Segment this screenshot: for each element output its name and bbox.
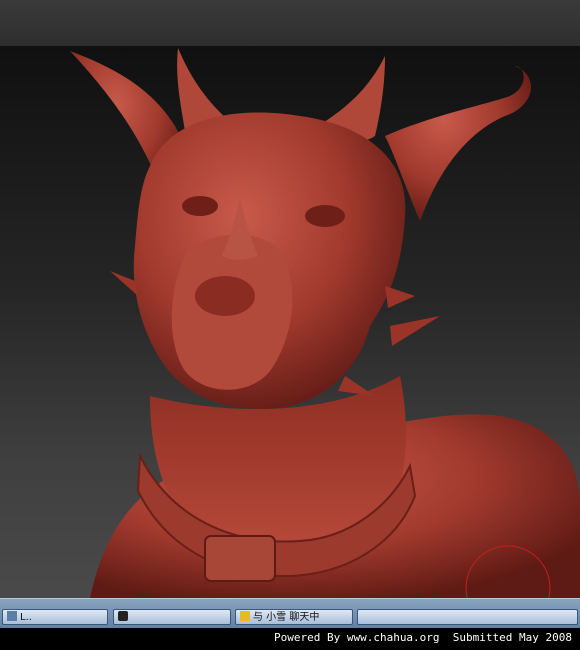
taskbar-item[interactable]: L.. xyxy=(2,609,108,625)
sculpt-viewport[interactable] xyxy=(0,46,580,598)
spike-right-1 xyxy=(390,316,440,346)
top-bar xyxy=(0,0,580,46)
spike-right-2 xyxy=(338,376,375,396)
right-ear xyxy=(385,66,532,221)
left-eye xyxy=(182,196,218,216)
dog-sculpture-render xyxy=(70,48,580,598)
taskbar: L.. 与 小雪 聊天中 xyxy=(0,598,580,629)
taskbar-item[interactable]: 与 小雪 聊天中 xyxy=(235,609,353,625)
taskbar-item[interactable] xyxy=(357,609,578,625)
spike-right-3 xyxy=(385,286,415,308)
spike-left xyxy=(110,271,138,296)
window-icon xyxy=(7,611,17,621)
credit-text: Powered By www.chahua.org Submitted May … xyxy=(273,631,572,644)
right-eye xyxy=(305,205,345,227)
collar-buckle xyxy=(204,535,276,582)
app-icon xyxy=(118,611,128,621)
taskbar-item[interactable] xyxy=(113,609,231,625)
footer: Powered By www.chahua.org Submitted May … xyxy=(0,628,580,650)
chat-icon xyxy=(240,611,250,621)
nose xyxy=(195,276,255,316)
